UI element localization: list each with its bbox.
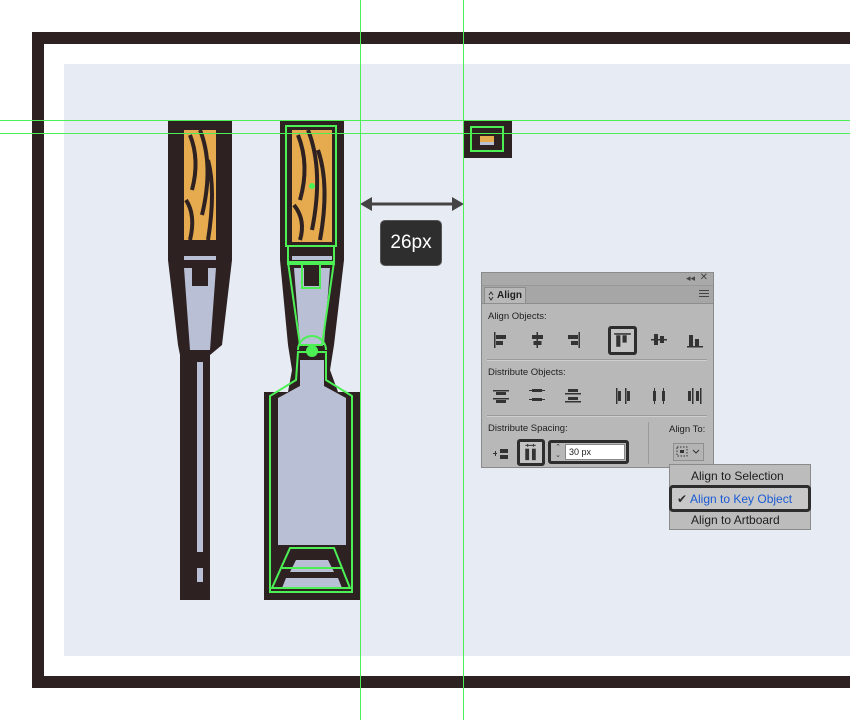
align-panel[interactable]: ◂◂ ✕ Align Align Objects: Distribute Obj… — [481, 272, 714, 468]
panel-vertical-divider — [648, 422, 649, 464]
checkmark-icon: ✔ — [677, 492, 688, 506]
panel-divider — [487, 415, 707, 417]
expand-toggle-icon[interactable] — [488, 290, 494, 301]
distribute-right-icon[interactable] — [684, 385, 706, 407]
vertical-align-top-button[interactable] — [608, 326, 637, 355]
align-to-label: Align To: — [669, 424, 706, 435]
panel-titlebar[interactable]: ◂◂ ✕ — [482, 272, 713, 286]
spin-arrows[interactable]: ⌃ ⌄ — [553, 444, 563, 461]
align-objects-label: Align Objects: — [488, 311, 547, 322]
guide-vertical-1[interactable] — [360, 0, 361, 720]
guide-horizontal-1[interactable] — [0, 120, 850, 121]
align-to-menu[interactable]: Align to Selection ✔ Align to Key Object… — [669, 464, 811, 530]
vertical-align-top-icon — [614, 333, 631, 347]
distribute-objects-label: Distribute Objects: — [488, 367, 566, 378]
spacing-stepper[interactable]: ⌃ ⌄ 30 px — [548, 440, 629, 464]
align-to-key-object-icon — [676, 446, 700, 457]
tab-align-label: Align — [497, 290, 522, 301]
collapse-icon[interactable]: ◂◂ — [686, 273, 695, 284]
distribute-bottom-icon[interactable] — [562, 385, 584, 407]
spacing-input[interactable]: 30 px — [565, 444, 625, 460]
menu-item-align-to-artboard[interactable]: Align to Artboard — [691, 513, 780, 527]
measure-tooltip: 26px — [381, 221, 441, 265]
menu-item-align-to-key-object-label: Align to Key Object — [690, 492, 793, 506]
vertical-align-center-icon[interactable] — [648, 329, 670, 351]
vertical-distribute-space-icon — [525, 443, 536, 461]
spin-up-icon[interactable]: ⌃ — [553, 444, 563, 452]
illustration-layer — [168, 120, 512, 600]
horizontal-align-center-icon[interactable] — [526, 329, 548, 351]
menu-item-align-to-selection[interactable]: Align to Selection — [691, 469, 784, 483]
menu-item-align-to-key-object[interactable]: ✔ Align to Key Object — [669, 485, 811, 512]
horizontal-align-left-icon[interactable] — [490, 329, 512, 351]
distribute-spacing-label: Distribute Spacing: — [488, 423, 568, 434]
vertical-align-bottom-icon[interactable] — [684, 329, 706, 351]
spin-down-icon[interactable]: ⌄ — [553, 452, 563, 460]
panel-tab-row: Align — [482, 286, 713, 304]
distribute-vertical-center-icon[interactable] — [526, 385, 548, 407]
vertical-distribute-space-button[interactable] — [517, 439, 545, 466]
distribute-horizontal-center-icon[interactable] — [648, 385, 670, 407]
key-object-thumb[interactable] — [464, 120, 512, 158]
align-to-dropdown[interactable] — [673, 443, 704, 461]
horizontal-align-right-icon[interactable] — [562, 329, 584, 351]
panel-divider — [487, 359, 707, 361]
distribute-left-icon[interactable] — [612, 385, 634, 407]
distribute-top-icon[interactable] — [490, 385, 512, 407]
tab-align[interactable]: Align — [484, 287, 526, 303]
horizontal-distribute-space-icon[interactable] — [490, 443, 512, 465]
guide-horizontal-2[interactable] — [0, 133, 850, 134]
panel-menu-icon[interactable] — [699, 290, 709, 298]
guide-vertical-2[interactable] — [463, 0, 464, 720]
chisel-left[interactable] — [168, 120, 232, 600]
chisel-right[interactable] — [264, 120, 360, 600]
close-icon[interactable]: ✕ — [700, 272, 708, 283]
measure-arrow — [360, 197, 464, 211]
